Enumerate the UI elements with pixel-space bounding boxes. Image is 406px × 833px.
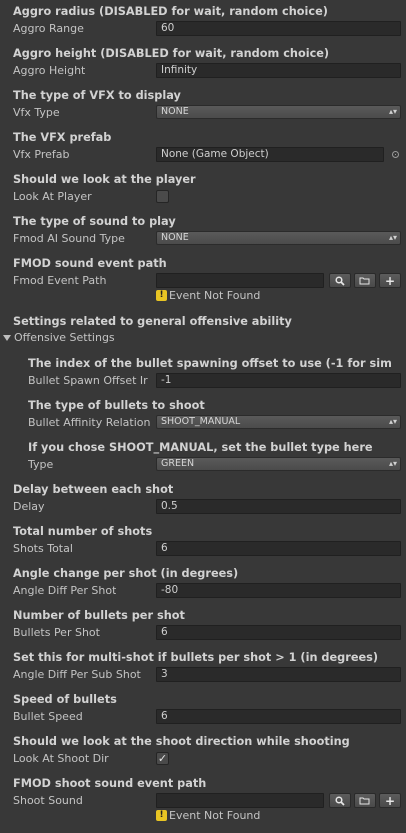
dropdown-arrow-icon: ▴▾ — [388, 417, 397, 426]
add-shoot-sound-button[interactable]: + — [379, 793, 401, 808]
angle-diff-label: Angle Diff Per Shot — [13, 584, 117, 597]
bullets-per-shot-field[interactable]: 6 — [156, 625, 401, 640]
look-at-shoot-label: Look At Shoot Dir — [13, 752, 109, 765]
plus-icon: + — [384, 793, 396, 808]
dropdown-arrow-icon: ▴▾ — [388, 233, 397, 242]
offensive-header: Settings related to general offensive ab… — [13, 315, 292, 328]
angle-sub-label: Angle Diff Per Sub Shot — [13, 668, 141, 681]
bullet-type-header: If you chose SHOOT_MANUAL, set the bulle… — [28, 441, 373, 454]
offensive-settings-foldout[interactable]: Offensive Settings — [3, 331, 115, 344]
fmod-event-warning: ! Event Not Found — [156, 289, 260, 302]
shoot-sound-label: Shoot Sound — [13, 794, 83, 807]
warning-icon: ! — [156, 290, 167, 301]
vfx-type-dropdown[interactable]: NONE ▴▾ — [156, 105, 401, 119]
add-event-button[interactable]: + — [379, 273, 401, 288]
bullets-per-shot-label: Bullets Per Shot — [13, 626, 100, 639]
look-at-shoot-checkbox[interactable]: ✓ — [156, 752, 169, 765]
fmod-event-label: Fmod Event Path — [13, 274, 107, 287]
delay-label: Delay — [13, 500, 45, 513]
bullet-affinity-header: The type of bullets to shoot — [28, 399, 205, 412]
aggro-range-field[interactable]: 60 — [156, 21, 401, 36]
shots-total-label: Shots Total — [13, 542, 73, 555]
object-picker-icon[interactable] — [392, 151, 399, 158]
shoot-sound-warning-text: Event Not Found — [169, 809, 261, 822]
shoot-sound-header: FMOD shoot sound event path — [13, 777, 207, 790]
aggro-height-label: Aggro Height — [13, 64, 86, 77]
fmod-event-warning-text: Event Not Found — [169, 289, 261, 302]
foldout-arrow-icon — [3, 335, 11, 341]
shots-total-field[interactable]: 6 — [156, 541, 401, 556]
bullet-type-label: Type — [28, 458, 54, 471]
search-event-button[interactable] — [329, 273, 351, 288]
bullet-affinity-dropdown[interactable]: SHOOT_MANUAL ▴▾ — [156, 415, 401, 429]
aggro-height-field[interactable]: Infinity — [156, 63, 401, 78]
look-at-shoot-header: Should we look at the shoot direction wh… — [13, 735, 350, 748]
shoot-sound-field[interactable] — [156, 793, 324, 808]
bullet-affinity-label: Bullet Affinity Relation — [28, 416, 151, 429]
bullet-spawn-field[interactable]: -1 — [156, 373, 401, 388]
fmod-event-header: FMOD sound event path — [13, 257, 167, 270]
offensive-settings-label: Offensive Settings — [14, 331, 115, 344]
bullet-type-value: GREEN — [161, 458, 195, 469]
aggro-radius-header: Aggro radius (DISABLED for wait, random … — [13, 5, 328, 18]
look-at-player-label: Look At Player — [13, 190, 92, 203]
warning-icon: ! — [156, 810, 167, 821]
delay-header: Delay between each shot — [13, 483, 174, 496]
angle-diff-field[interactable]: -80 — [156, 583, 401, 598]
bullet-spawn-header: The index of the bullet spawning offset … — [28, 357, 392, 370]
vfx-prefab-label: Vfx Prefab — [13, 148, 70, 161]
bullet-speed-field[interactable]: 6 — [156, 709, 401, 724]
delay-field[interactable]: 0.5 — [156, 499, 401, 514]
vfx-type-header: The type of VFX to display — [13, 89, 181, 102]
angle-diff-header: Angle change per shot (in degrees) — [13, 567, 239, 580]
dropdown-arrow-icon: ▴▾ — [388, 107, 397, 116]
open-shoot-sound-button[interactable] — [354, 793, 376, 808]
vfx-prefab-header: The VFX prefab — [13, 131, 112, 144]
vfx-prefab-field[interactable]: None (Game Object) — [156, 147, 384, 162]
open-event-button[interactable] — [354, 273, 376, 288]
sound-type-label: Fmod AI Sound Type — [13, 232, 125, 245]
bullet-speed-header: Speed of bullets — [13, 693, 117, 706]
sound-type-header: The type of sound to play — [13, 215, 176, 228]
search-icon — [335, 275, 345, 286]
vfx-type-value: NONE — [161, 106, 189, 117]
bullets-per-shot-header: Number of bullets per shot — [13, 609, 185, 622]
bullet-spawn-label: Bullet Spawn Offset Ir — [28, 374, 148, 387]
search-icon — [335, 795, 345, 806]
aggro-range-label: Aggro Range — [13, 22, 84, 35]
vfx-type-label: Vfx Type — [13, 106, 60, 119]
bullet-speed-label: Bullet Speed — [13, 710, 83, 723]
fmod-event-field[interactable] — [156, 273, 324, 288]
shoot-sound-warning: ! Event Not Found — [156, 809, 260, 822]
aggro-height-header: Aggro height (DISABLED for wait, random … — [13, 47, 330, 60]
folder-icon — [359, 797, 370, 805]
search-shoot-sound-button[interactable] — [329, 793, 351, 808]
bullet-affinity-value: SHOOT_MANUAL — [161, 416, 241, 427]
sound-type-value: NONE — [161, 232, 189, 243]
look-at-player-checkbox[interactable] — [156, 190, 169, 203]
bullet-type-dropdown[interactable]: GREEN ▴▾ — [156, 457, 401, 471]
shots-total-header: Total number of shots — [13, 525, 153, 538]
dropdown-arrow-icon: ▴▾ — [388, 459, 397, 468]
sound-type-dropdown[interactable]: NONE ▴▾ — [156, 231, 401, 245]
look-at-player-header: Should we look at the player — [13, 173, 196, 186]
angle-sub-field[interactable]: 3 — [156, 667, 401, 682]
angle-sub-header: Set this for multi-shot if bullets per s… — [13, 651, 379, 664]
folder-icon — [359, 277, 370, 285]
plus-icon: + — [384, 273, 396, 288]
check-icon: ✓ — [157, 752, 168, 765]
